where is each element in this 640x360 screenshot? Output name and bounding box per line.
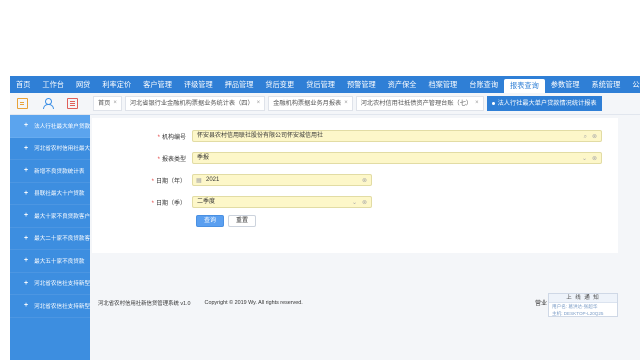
sidebar-item-support-new-type-2[interactable]: + 河北省农信社支持新型 (10, 295, 90, 318)
sidebar-item-top-ten-npl[interactable]: + 最大十家不良贷款客户 (10, 205, 90, 228)
close-icon[interactable]: × (475, 96, 479, 111)
date-year-picker[interactable]: ▦ 2021 ⊗ (192, 174, 372, 186)
nav-parameter-management[interactable]: 参数管理 (545, 76, 586, 93)
clear-icon[interactable]: ⊗ (362, 176, 367, 186)
sidebar: + 法人行社最大单户贷款情况 + 河北省农村信用社最大 + 新增不良贷款统计表 … (10, 115, 90, 360)
nav-collateral-management[interactable]: 押品管理 (219, 76, 260, 93)
clear-icon[interactable]: ⊗ (362, 198, 367, 208)
sidebar-item-label: 新增不良贷款统计表 (34, 168, 85, 175)
sidebar-item-top-ten-loans[interactable]: + 县联社最大十户贷款 (10, 183, 90, 205)
nav-post-loan-management[interactable]: 贷后管理 (300, 76, 341, 93)
report-type-label: * 报表类型 (157, 156, 186, 163)
list-icon[interactable] (67, 98, 78, 109)
main-content: * 机构编号 怀安县农村信用联社股份有限公司怀安城信用社 ⌕ ⊗ * 报表类型 季报… (90, 115, 640, 360)
tab-largest-single-loan-report[interactable]: 法人行社最大单户贷款情况统计报表 (486, 96, 602, 111)
query-button[interactable]: 查询 (196, 215, 225, 227)
query-form: * 机构编号 怀安县农村信用联社股份有限公司怀安城信用社 ⌕ ⊗ * 报表类型 季报… (92, 118, 618, 253)
nav-post-loan-change[interactable]: 贷后变更 (259, 76, 300, 93)
tab-bill-monthly-report[interactable]: 金融机构票据业务月报表 × (268, 96, 353, 111)
plus-icon: + (24, 257, 29, 265)
tab-label: 首页 (98, 100, 111, 107)
tab-label: 河北省银行业金融机构票据业务统计表（四） (129, 100, 254, 107)
user-icon[interactable] (42, 98, 54, 109)
org-code-label: * 机构编号 (157, 134, 186, 141)
date-year-row: * 日期（年） ▦ 2021 ⊗ (92, 174, 372, 186)
nav-customer-management[interactable]: 客户管理 (137, 76, 178, 93)
org-code-field[interactable]: 怀安县农村信用联社股份有限公司怀安城信用社 ⌕ ⊗ (192, 130, 602, 142)
clear-icon[interactable]: ⊗ (592, 154, 597, 164)
plus-icon: + (24, 212, 29, 220)
close-icon[interactable]: × (113, 96, 117, 111)
nav-report-query[interactable]: 报表查询 (504, 79, 545, 93)
notice-user: 用户名: 葛洪达-张超华 (552, 304, 598, 309)
tab-bill-business-stats[interactable]: 河北省银行业金融机构票据业务统计表（四） × (124, 96, 266, 111)
sidebar-item-label: 河北省农村信用社最大 (34, 146, 90, 153)
document-icon[interactable] (17, 98, 28, 109)
close-icon[interactable]: × (257, 96, 261, 111)
plus-icon: + (24, 122, 29, 130)
sidebar-item-hebei-largest[interactable]: + 河北省农村信用社最大 (10, 138, 90, 160)
sidebar-item-label: 最大二十家不良贷款客户 (34, 236, 90, 243)
sidebar-item-label: 法人行社最大单户贷款情况 (34, 123, 90, 130)
tab-label: 河北农村信用社抵债资产管理台账（七） (360, 100, 473, 107)
plus-icon: + (24, 189, 29, 197)
sidebar-item-support-new-type-1[interactable]: + 河北省农信社支持新型 (10, 273, 90, 295)
online-notice-popup[interactable]: 上 线 通 知 用户名: 葛洪达-张超华 主机: DESKTOP-L20Q25 (548, 293, 618, 317)
app-window: 首页 工作台 网贷 利率定价 客户管理 评级管理 押品管理 贷后变更 贷后管理 … (0, 0, 640, 360)
sidebar-item-label: 最大五十家不良贷款 (34, 258, 85, 265)
chevron-down-icon[interactable]: ⌄ (582, 154, 587, 164)
notice-host: 主机: DESKTOP-L20Q25 (552, 311, 604, 316)
report-type-select[interactable]: 季报 ⌄ ⊗ (192, 152, 602, 164)
sidebar-item-largest-single-loan[interactable]: + 法人行社最大单户贷款情况 (10, 115, 90, 138)
date-quarter-row: * 日期（季） 二季度 ⌄ ⊗ (92, 196, 372, 208)
date-quarter-select[interactable]: 二季度 ⌄ ⊗ (192, 196, 372, 208)
nav-rating-management[interactable]: 评级管理 (178, 76, 219, 93)
clear-icon[interactable]: ⊗ (592, 132, 597, 142)
nav-asset-preservation[interactable]: 资产保全 (382, 76, 423, 93)
nav-archive-management[interactable]: 档案管理 (422, 76, 463, 93)
system-name: 河北省农村信用社新信贷管理系统 v1.0 (98, 300, 191, 307)
plus-icon: + (24, 302, 29, 310)
plus-icon: + (24, 234, 29, 242)
tab-bar: 首页 × 河北省银行业金融机构票据业务统计表（四） × 金融机构票据业务月报表 … (90, 93, 640, 115)
report-type-row: * 报表类型 季报 ⌄ ⊗ (92, 152, 602, 164)
date-quarter-label: * 日期（季） (151, 200, 186, 207)
sidebar-item-label: 最大十家不良贷款客户 (34, 213, 90, 220)
nav-home[interactable]: 首页 (10, 76, 36, 93)
close-icon[interactable]: × (344, 96, 348, 111)
reset-button[interactable]: 重置 (228, 215, 257, 227)
tab-home[interactable]: 首页 × (93, 96, 122, 111)
tab-foreclosed-assets-ledger[interactable]: 河北农村信用社抵债资产管理台账（七） × (355, 96, 484, 111)
nav-workbench[interactable]: 工作台 (36, 76, 70, 93)
nav-rate-pricing[interactable]: 利率定价 (96, 76, 137, 93)
notice-title: 上 线 通 知 (549, 294, 617, 303)
nav-online-loan[interactable]: 网贷 (70, 76, 96, 93)
nav-public-notice[interactable]: 公示事项 (626, 76, 640, 93)
plus-icon: + (24, 167, 29, 175)
quick-icon-bar (10, 93, 90, 115)
plus-icon: + (24, 144, 29, 152)
sidebar-item-top-twenty-npl[interactable]: + 最大二十家不良贷款客户 (10, 228, 90, 250)
nav-warning-management[interactable]: 预警管理 (341, 76, 382, 93)
tab-label: 金融机构票据业务月报表 (273, 100, 342, 107)
date-year-label: * 日期（年） (151, 178, 186, 185)
sidebar-item-label: 河北省农信社支持新型 (34, 281, 90, 288)
search-icon[interactable]: ⌕ (584, 132, 587, 142)
sidebar-item-label: 河北省农信社支持新型 (34, 303, 90, 310)
plus-icon: + (24, 279, 29, 287)
nav-system-management[interactable]: 系统管理 (586, 76, 627, 93)
footer-right-text: 营业 (535, 301, 548, 307)
org-code-row: * 机构编号 怀安县农村信用联社股份有限公司怀安城信用社 ⌕ ⊗ (92, 130, 602, 142)
tab-label: 法人行社最大单户贷款情况统计报表 (497, 100, 597, 107)
chevron-down-icon[interactable]: ⌄ (352, 198, 357, 208)
calendar-icon: ▦ (196, 178, 202, 184)
copyright: Copyright © 2019 Wy. All rights reserved… (204, 299, 303, 306)
active-dot-icon (491, 102, 495, 105)
top-navigation: 首页 工作台 网贷 利率定价 客户管理 评级管理 押品管理 贷后变更 贷后管理 … (10, 76, 640, 93)
nav-ledger-query[interactable]: 台账查询 (463, 76, 504, 93)
sidebar-item-new-npl[interactable]: + 新增不良贷款统计表 (10, 160, 90, 183)
sidebar-item-label: 县联社最大十户贷款 (34, 191, 85, 198)
sidebar-item-top-fifty-npl[interactable]: + 最大五十家不良贷款 (10, 250, 90, 273)
